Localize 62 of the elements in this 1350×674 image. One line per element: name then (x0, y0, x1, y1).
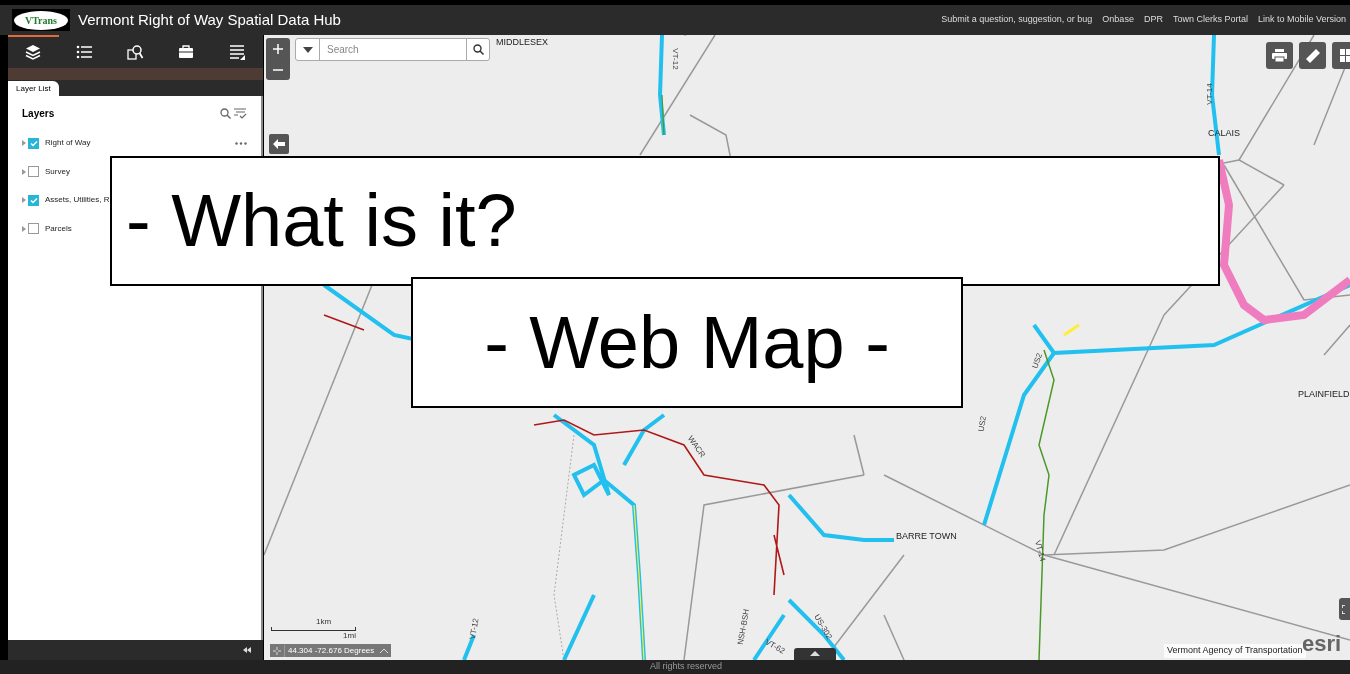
search-icon[interactable] (220, 108, 231, 119)
slide-text-box: - Web Map - (411, 277, 963, 408)
print-button[interactable] (1266, 42, 1293, 69)
attribution-panel-toggle[interactable] (794, 648, 836, 660)
header-link[interactable]: Link to Mobile Version (1257, 13, 1346, 27)
zoom-in-icon[interactable] (273, 43, 283, 54)
expand-arrow-icon[interactable] (22, 140, 26, 147)
road-label: US2 (1031, 352, 1045, 370)
list-icon (76, 44, 93, 61)
briefcase-icon (178, 44, 195, 61)
layer-name: Survey (45, 165, 70, 178)
caret-up-icon[interactable] (380, 647, 389, 654)
footer-text: All rights reserved (650, 660, 723, 674)
expand-arrow-icon[interactable] (22, 168, 26, 175)
layer-checkbox[interactable] (28, 194, 39, 206)
search-icon[interactable] (472, 44, 484, 55)
printer-icon (1272, 49, 1287, 62)
fullscreen-button[interactable] (1339, 598, 1350, 620)
search-document-icon (127, 44, 144, 61)
layer-checkbox[interactable] (28, 166, 39, 178)
ruler-icon (1305, 48, 1320, 63)
lines-icon (229, 44, 246, 61)
arrow-left-icon (273, 139, 285, 149)
header-link[interactable]: Submit a question, suggestion, or bug (941, 13, 1093, 27)
search-field[interactable]: Search (320, 39, 466, 60)
place-label: MIDDLESEX (496, 38, 548, 47)
panel-heading: Layers (22, 107, 55, 121)
scale-bar: 1km 1mi (271, 617, 356, 643)
layer-checkbox[interactable] (28, 137, 39, 149)
road-label: NSH-BSH (736, 608, 752, 646)
panel-tab[interactable]: Layer List (8, 81, 59, 96)
layer-name: Parcels (45, 222, 72, 235)
road-label: VT-12 (468, 617, 481, 641)
place-label: BARRE TOWN (896, 532, 957, 541)
coordinates-text: 44.304 -72.676 Degrees (284, 644, 378, 657)
grid-icon (1338, 49, 1350, 62)
road-label: US2 (977, 415, 989, 433)
layer-checkbox[interactable] (28, 223, 39, 235)
header-link[interactable]: DPR (1143, 13, 1163, 27)
header-link[interactable]: Onbase (1102, 13, 1134, 27)
road-label: VT-14 (1033, 539, 1047, 563)
slide-text-box: - What is it? (110, 156, 1220, 286)
measure-button[interactable] (1299, 42, 1326, 69)
layer-name: Right of Way (45, 137, 91, 150)
layers-icon (25, 44, 42, 61)
dropdown-caret-icon[interactable] (302, 46, 313, 53)
place-label: PLAINFIELD (1298, 390, 1350, 399)
app-title: Vermont Right of Way Spatial Data Hub (78, 9, 341, 30)
logo: VTrans (12, 9, 70, 31)
collapse-icon[interactable] (243, 647, 251, 653)
more-options-icon[interactable] (235, 141, 247, 145)
road-label: VT-12 (670, 48, 679, 70)
search-box[interactable]: Search (295, 38, 490, 61)
caret-up-icon (810, 651, 820, 656)
expand-arrow-icon[interactable] (22, 225, 26, 232)
filter-icon[interactable] (234, 108, 247, 119)
back-button[interactable] (269, 134, 289, 154)
basemap-button[interactable] (1332, 42, 1350, 69)
layer-name: Assets, Utilities, R (45, 194, 110, 207)
road-label: VT-14 (1205, 83, 1214, 105)
header-link[interactable]: Town Clerks Portal (1172, 13, 1248, 27)
expand-arrow-icon[interactable] (22, 197, 26, 204)
